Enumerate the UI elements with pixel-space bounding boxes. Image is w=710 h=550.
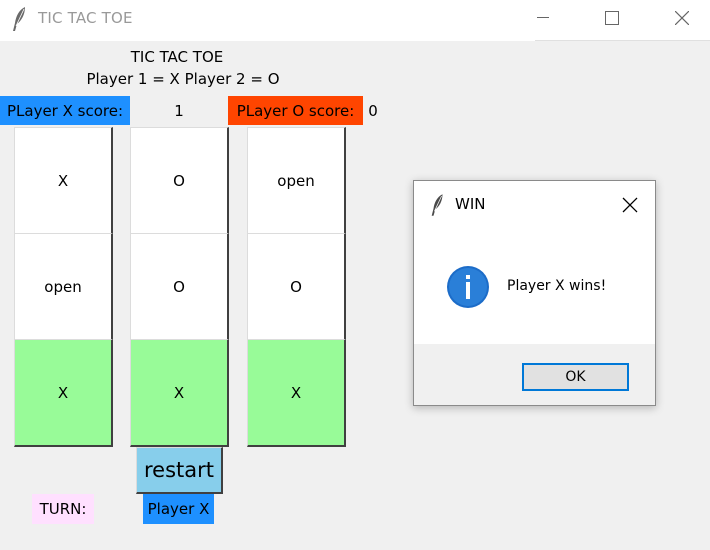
board-cell-6[interactable]: O bbox=[247, 233, 346, 341]
board-cell-7[interactable]: X bbox=[14, 339, 113, 447]
dialog-title: WIN bbox=[455, 195, 486, 213]
window-titlebar: TIC TAC TOE bbox=[0, 0, 710, 41]
minimize-icon bbox=[536, 17, 549, 18]
minimize-button[interactable] bbox=[520, 0, 565, 36]
board-cell-3[interactable]: open bbox=[247, 127, 346, 235]
player-o-score-label: PLayer O score: bbox=[228, 96, 363, 125]
player-x-score-label: PLayer X score: bbox=[0, 96, 130, 125]
turn-label: TURN: bbox=[32, 494, 94, 524]
maximize-icon bbox=[604, 11, 619, 25]
maximize-button[interactable] bbox=[589, 0, 634, 36]
board-cell-8[interactable]: X bbox=[130, 339, 229, 447]
game-title: TIC TAC TOE bbox=[130, 48, 224, 66]
restart-button[interactable]: restart bbox=[136, 447, 223, 494]
board-cell-5[interactable]: O bbox=[130, 233, 229, 341]
player-x-score-value: 1 bbox=[174, 102, 184, 120]
board-cell-9[interactable]: X bbox=[247, 339, 346, 447]
info-icon bbox=[447, 266, 489, 308]
window-title: TIC TAC TOE bbox=[38, 9, 133, 27]
turn-value: Player X bbox=[143, 494, 214, 524]
dialog-message: Player X wins! bbox=[507, 278, 607, 294]
feather-icon bbox=[13, 7, 25, 31]
dialog-close-button[interactable] bbox=[618, 193, 642, 217]
close-icon bbox=[622, 197, 638, 213]
board-cell-2[interactable]: O bbox=[130, 127, 229, 235]
feather-icon bbox=[431, 194, 443, 216]
players-legend: Player 1 = X Player 2 = O bbox=[86, 70, 280, 88]
board-cell-1[interactable]: X bbox=[14, 127, 113, 235]
ok-button[interactable]: OK bbox=[522, 363, 629, 391]
close-button[interactable] bbox=[659, 0, 704, 36]
close-icon bbox=[674, 11, 689, 25]
board-cell-4[interactable]: open bbox=[14, 233, 113, 341]
player-o-score-value: 0 bbox=[368, 102, 378, 120]
titlebar-divider bbox=[535, 40, 710, 41]
win-dialog: WIN Player X wins! OK bbox=[413, 180, 656, 406]
